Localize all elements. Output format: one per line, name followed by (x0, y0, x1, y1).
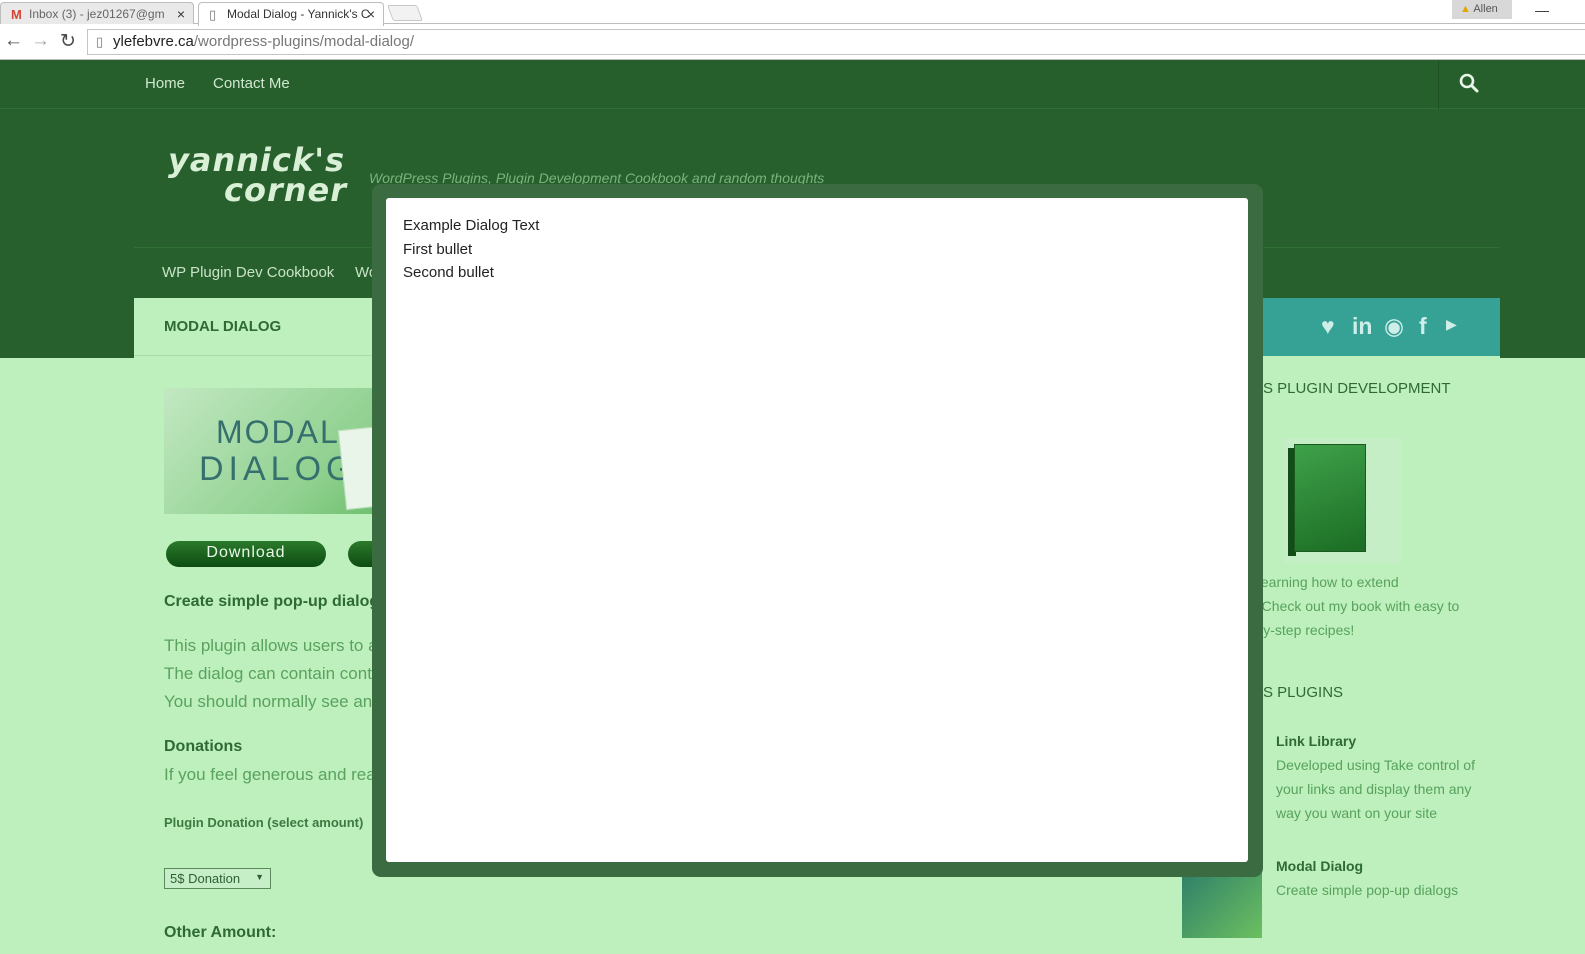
donation-amount-select[interactable]: 5$ Donation ▼ (164, 868, 271, 889)
paragraph-line-3: You should normally see an ex (164, 692, 395, 711)
page-icon: ▯ (209, 7, 217, 22)
linkedin-icon[interactable]: in (1352, 313, 1372, 340)
url-host: ylefebvre.ca (113, 33, 194, 50)
donations-text: If you feel generous and really (164, 765, 392, 784)
plugin-banner-image: MODAL DIALOG (164, 388, 389, 514)
book-text-2: s? Check out my book with easy to (1243, 598, 1460, 614)
modal-dialog[interactable]: Example Dialog Text First bullet Second … (386, 198, 1248, 862)
site-top-nav: Home Contact Me (0, 60, 1585, 109)
back-arrow-icon[interactable]: ← (4, 30, 23, 52)
user-name: Allen (1473, 3, 1498, 15)
donations-heading: Donations (164, 738, 243, 755)
address-bar-row: ← → ↻ ▯ ylefebvre.ca/wordpress-plugins/m… (0, 24, 1585, 60)
minimize-button[interactable]: — (1535, 2, 1549, 18)
plugin1-text-1: Developed using Take control of (1276, 757, 1475, 773)
tab-modal-dialog[interactable]: ▯ Modal Dialog - Yannick's C × (198, 2, 384, 26)
banner-text-2: DIALOG (199, 450, 358, 488)
logo-line2: corner (224, 171, 347, 209)
gmail-icon: M (11, 7, 22, 22)
book-text-1: in learning how to extend (1243, 574, 1399, 590)
site-logo[interactable]: yannick's corner (168, 144, 347, 209)
tab-gmail-inbox[interactable]: M Inbox (3) - jez01267@gm × (0, 2, 194, 25)
paragraph-line-1: This plugin allows users to add (164, 636, 397, 655)
nav-divider (1438, 60, 1439, 109)
search-icon[interactable] (1458, 72, 1480, 94)
warning-icon: ▲ (1460, 3, 1471, 15)
cookbook-cover-image[interactable] (1284, 438, 1402, 563)
twitter-icon[interactable]: ♥ (1321, 313, 1335, 340)
banner-text-1: MODAL (216, 414, 340, 450)
tab-label: Modal Dialog - Yannick's C (227, 7, 370, 21)
sidebar-heading-cookbook: ESS PLUGIN DEVELOPMENT (1243, 380, 1451, 397)
download-button[interactable]: Download (166, 541, 326, 567)
donation-select-value: 5$ Donation (170, 871, 241, 886)
chevron-down-icon: ▼ (255, 872, 264, 882)
close-tab-icon[interactable]: × (367, 6, 375, 22)
plugin1-text-3: way you want on your site (1276, 805, 1438, 821)
menu-item-cookbook[interactable]: WP Plugin Dev Cookbook (162, 264, 334, 281)
nav-contact-link[interactable]: Contact Me (213, 75, 290, 92)
url-path: /wordpress-plugins/modal-dialog/ (193, 33, 414, 50)
new-tab-button[interactable] (387, 5, 423, 21)
other-amount-label: Other Amount: (164, 924, 277, 941)
page-info-icon[interactable]: ▯ (96, 34, 103, 50)
browser-tab-strip: M Inbox (3) - jez01267@gm × ▯ Modal Dial… (0, 0, 1585, 26)
donation-label: Plugin Donation (select amount) (164, 815, 364, 830)
modal-bullet-2: Second bullet (403, 264, 494, 281)
book-cover (1294, 444, 1366, 552)
plugin-link-library[interactable]: Link Library (1276, 733, 1356, 749)
page-title: MODAL DIALOG (164, 318, 282, 335)
plugin2-text: Create simple pop-up dialogs (1276, 882, 1459, 898)
paragraph-line-2: The dialog can contain content (164, 664, 396, 683)
reload-icon[interactable]: ↻ (60, 30, 76, 53)
nav-home-link[interactable]: Home (145, 75, 185, 92)
modal-bullet-1: First bullet (403, 241, 473, 258)
github-icon[interactable]: ◉ (1384, 313, 1404, 340)
modal-text: Example Dialog Text (403, 217, 540, 234)
plugin1-text-2: your links and display them any (1276, 781, 1472, 797)
forward-arrow-icon[interactable]: → (31, 30, 50, 52)
youtube-icon[interactable]: ▶ (1446, 316, 1457, 333)
url-field[interactable]: ▯ ylefebvre.ca/wordpress-plugins/modal-d… (87, 29, 1585, 55)
content-heading: Create simple pop-up dialogs (164, 593, 389, 610)
close-tab-icon[interactable]: × (177, 6, 185, 22)
facebook-icon[interactable]: f (1419, 313, 1427, 340)
plugin-modal-dialog[interactable]: Modal Dialog (1276, 858, 1363, 874)
tab-label: Inbox (3) - jez01267@gm (29, 7, 165, 21)
user-profile-badge[interactable]: ▲ Allen (1452, 0, 1512, 19)
